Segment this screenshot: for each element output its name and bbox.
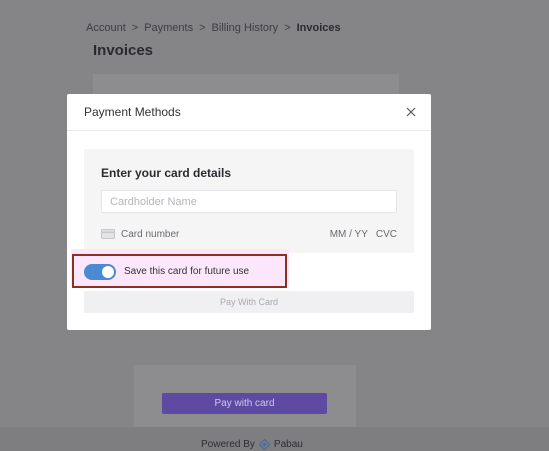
card-input-row: Card number MM / YY CVC <box>101 227 397 241</box>
breadcrumb-payments[interactable]: Payments <box>144 22 193 34</box>
close-icon <box>406 107 416 117</box>
card-number-input[interactable]: Card number <box>121 229 330 240</box>
pay-with-card-button[interactable]: Pay With Card <box>84 291 414 313</box>
cardholder-name-input[interactable] <box>101 190 397 213</box>
toggle-knob <box>102 266 114 278</box>
breadcrumb-account[interactable]: Account <box>86 22 126 34</box>
breadcrumb-billing-history[interactable]: Billing History <box>212 22 279 34</box>
breadcrumb-separator: > <box>131 22 139 34</box>
breadcrumb-separator: > <box>199 22 206 34</box>
modal-title: Payment Methods <box>84 105 181 119</box>
payment-methods-modal: Payment Methods Enter your card details … <box>67 94 431 330</box>
page-title: Invoices <box>93 42 154 59</box>
powered-by: Powered By Pabau <box>201 439 303 450</box>
modal-header: Payment Methods <box>67 94 431 131</box>
save-card-toggle[interactable] <box>84 264 116 280</box>
pabau-logo-icon <box>258 439 270 450</box>
card-details-panel: Enter your card details Card number MM /… <box>84 149 414 253</box>
breadcrumb-invoices: Invoices <box>296 22 341 34</box>
cvc-input[interactable]: CVC <box>376 229 397 240</box>
breadcrumb: Account > Payments > Billing History > I… <box>86 22 341 34</box>
expiry-input[interactable]: MM / YY <box>330 229 368 240</box>
breadcrumb-separator: > <box>284 22 291 34</box>
card-details-heading: Enter your card details <box>101 166 232 180</box>
brand-name: Pabau <box>273 439 303 450</box>
save-card-label: Save this card for future use <box>124 266 250 277</box>
powered-by-label: Powered By <box>201 439 255 450</box>
credit-card-icon <box>101 229 115 239</box>
close-button[interactable] <box>404 105 418 119</box>
background-pay-with-card-button[interactable]: Pay with card <box>162 393 327 414</box>
